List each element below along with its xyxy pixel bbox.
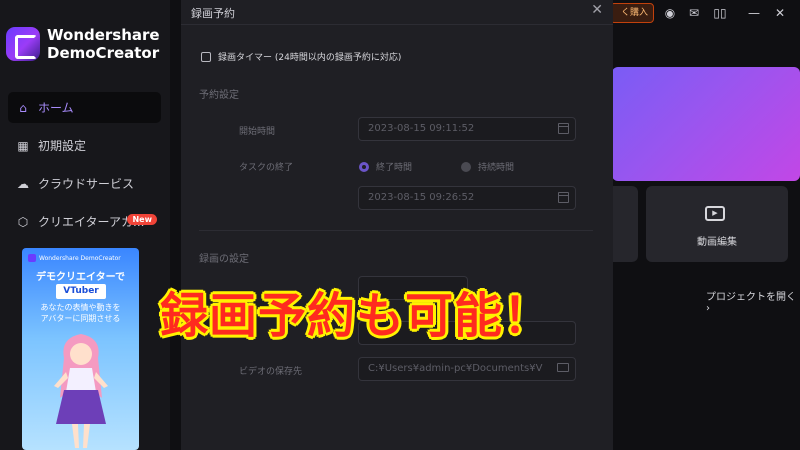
vtuber-promo-banner[interactable]: Wondershare DemoCreator デモクリエイターで VTuber… xyxy=(22,248,139,450)
promo-brand: Wondershare DemoCreator xyxy=(28,254,121,262)
save-location-value: C:¥Users¥admin-pc¥Documents¥V xyxy=(368,363,543,374)
start-time-field[interactable]: 2023-08-15 09:11:52 xyxy=(358,117,576,141)
record-feature-card[interactable] xyxy=(612,67,800,181)
sidebar: Wondershare DemoCreator ⌂ ホーム ▦ 初期設定 ☁ ク… xyxy=(0,0,170,450)
cloud-icon: ☁ xyxy=(17,176,29,191)
duration-radio-option[interactable]: 持続時間 xyxy=(461,160,514,173)
recording-section-title: 録画の設定 xyxy=(199,254,249,265)
end-time-radio[interactable] xyxy=(359,161,369,172)
app-name-line1: Wondershare xyxy=(47,26,160,44)
task-end-label: タスクの終了 xyxy=(239,163,294,173)
democreator-logo-icon xyxy=(6,27,40,61)
promo-brand-label: Wondershare DemoCreator xyxy=(39,254,121,262)
end-time-radio-option[interactable]: 終了時間 xyxy=(359,160,412,173)
sidebar-item-home[interactable]: ⌂ ホーム xyxy=(8,92,161,123)
sidebar-item-label: ホーム xyxy=(38,101,74,115)
feature-card-partial[interactable] xyxy=(612,186,638,262)
vtuber-avatar-illustration xyxy=(54,334,108,448)
duration-radio[interactable] xyxy=(461,161,471,172)
start-time-label: 開始時間 xyxy=(239,127,276,137)
promo-subtitle-line2: アバターに同期させる xyxy=(40,314,121,323)
recording-timer-label: 録画タイマー (24時間以内の録画予約に対応) xyxy=(218,53,402,63)
promo-subtitle: あなたの表情や動きを アバターに同期させる xyxy=(22,302,139,324)
creator-icon: ⬡ xyxy=(17,214,29,229)
end-time-value: 2023-08-15 09:26:52 xyxy=(368,192,475,203)
close-window-icon[interactable]: ✕ xyxy=(770,3,790,23)
save-location-label: ビデオの保存先 xyxy=(239,367,303,377)
minimize-icon[interactable]: — xyxy=(744,3,764,23)
dialog-title: 録画予約 xyxy=(191,7,235,20)
folder-icon[interactable] xyxy=(557,363,569,372)
end-time-field[interactable]: 2023-08-15 09:26:52 xyxy=(358,186,576,210)
promo-subtitle-line1: あなたの表情や動きを xyxy=(40,303,121,312)
book-icon[interactable]: ▯▯ xyxy=(710,3,730,23)
section-divider xyxy=(199,230,593,231)
sidebar-nav: ⌂ ホーム ▦ 初期設定 ☁ クラウドサービス ⬡ クリエイターアカ... Ne… xyxy=(8,92,161,244)
calendar-icon[interactable] xyxy=(558,123,569,134)
save-location-field[interactable]: C:¥Users¥admin-pc¥Documents¥V xyxy=(358,357,576,381)
buy-button[interactable]: く購入 xyxy=(610,3,654,23)
app-name-line2: DemoCreator xyxy=(47,44,160,62)
video-edit-card[interactable]: ▶ 動画編集 xyxy=(646,186,788,262)
grid-icon: ▦ xyxy=(17,138,29,153)
mail-icon[interactable]: ✉ xyxy=(684,3,704,23)
dialog-header: 録画予約 ✕ xyxy=(181,0,613,25)
start-time-value: 2023-08-15 09:11:52 xyxy=(368,123,475,134)
recording-timer-checkbox-row[interactable]: 録画タイマー (24時間以内の録画予約に対応) xyxy=(201,50,401,63)
new-badge: New xyxy=(127,214,157,225)
sidebar-item-cloud-service[interactable]: ☁ クラウドサービス xyxy=(8,168,161,199)
recording-timer-checkbox[interactable] xyxy=(201,51,211,62)
overlay-caption: 録画予約も可能！ xyxy=(160,288,553,344)
promo-title: デモクリエイターで xyxy=(36,272,125,283)
end-time-radio-label: 終了時間 xyxy=(376,163,413,173)
app-name: Wondershare DemoCreator xyxy=(47,26,160,62)
home-icon: ⌂ xyxy=(19,100,27,115)
video-edit-label: 動画編集 xyxy=(697,237,737,248)
duration-radio-label: 持続時間 xyxy=(478,163,515,173)
sidebar-item-initial-settings[interactable]: ▦ 初期設定 xyxy=(8,130,161,161)
schedule-recording-dialog: 録画予約 ✕ 録画タイマー (24時間以内の録画予約に対応) 予約設定 開始時間… xyxy=(181,0,613,450)
open-project-link[interactable]: プロジェクトを開く › xyxy=(706,288,800,314)
calendar-icon[interactable] xyxy=(558,192,569,203)
sidebar-item-label: 初期設定 xyxy=(38,139,87,153)
video-play-icon: ▶ xyxy=(705,206,725,221)
close-icon[interactable]: ✕ xyxy=(591,2,603,18)
sidebar-item-label: クラウドサービス xyxy=(38,177,135,191)
account-icon[interactable]: ◉ xyxy=(660,3,680,23)
app-brand: Wondershare DemoCreator xyxy=(6,26,160,62)
promo-logo-icon xyxy=(28,254,36,262)
promo-pill: VTuber xyxy=(56,284,106,299)
sidebar-item-creator-account[interactable]: ⬡ クリエイターアカ... New xyxy=(8,206,161,237)
schedule-section-title: 予約設定 xyxy=(199,90,239,101)
